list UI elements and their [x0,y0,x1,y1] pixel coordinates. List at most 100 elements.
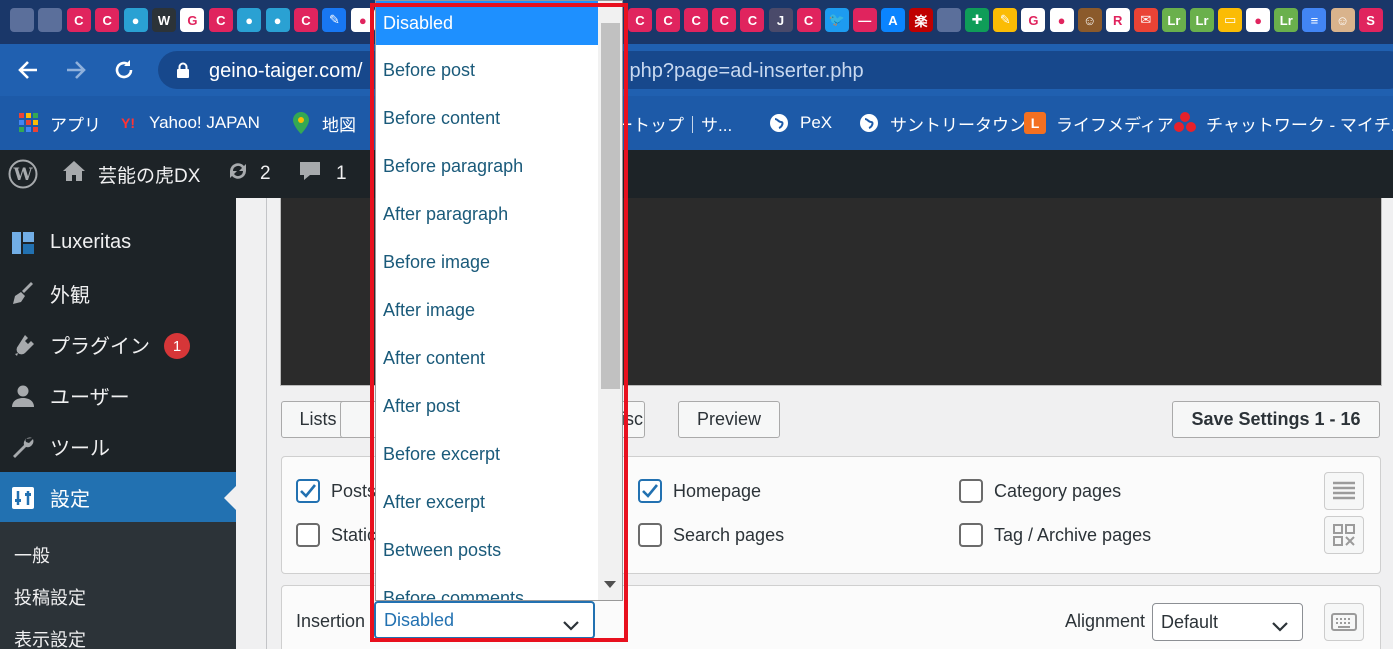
posts-checkbox[interactable]: Posts [296,479,376,503]
j-icon[interactable]: J [768,8,793,32]
scrollbar-thumb[interactable] [601,23,620,389]
c-icon[interactable]: C [66,8,91,32]
globe-icon[interactable]: ● [1246,8,1271,32]
bookmark-apps[interactable]: アプリ [18,111,101,135]
sidebar-item-luxeritas[interactable]: Luxeritas [0,217,236,268]
dropdown-option[interactable]: Before excerpt [376,430,598,478]
c-icon[interactable]: C [95,8,120,32]
back-arrow-icon[interactable] [12,54,44,86]
c-icon[interactable]: C [796,8,821,32]
scroll-down-arrow-icon[interactable] [604,581,616,588]
dropdown-option[interactable]: Before post [376,46,598,94]
face-icon[interactable]: ☺ [1330,8,1355,32]
comments-link[interactable]: 1 [298,162,347,186]
static-pages-checkbox[interactable]: Static [296,523,376,547]
feather-icon[interactable]: ✎ [322,8,347,32]
dropdown-option[interactable]: Before content [376,94,598,142]
address-bar[interactable]: geino-taiger.com/ .php?page=ad-inserter.… [158,51,1393,89]
plus-icon[interactable]: ✚ [965,8,990,32]
bookmark-maps[interactable]: 地図 [290,111,356,135]
twitter-icon[interactable]: 🐦 [824,8,849,32]
grid-view-icon[interactable] [1324,516,1364,554]
dropdown-option[interactable]: After paragraph [376,190,598,238]
mail-icon[interactable]: ✉ [1133,8,1158,32]
wp-icon[interactable] [38,8,63,32]
circle-icon[interactable]: ● [123,8,148,32]
s-icon[interactable]: S [1358,8,1383,32]
sidebar-item-settings[interactable]: 設定 [0,472,236,523]
submenu-item-reading[interactable]: 表示設定 [14,626,86,649]
app-store-icon[interactable]: A [880,8,905,32]
sidebar-item-users[interactable]: ユーザー [0,370,236,421]
dropdown-option[interactable]: Disabled [376,1,598,45]
insertion-dropdown-list[interactable]: Disabled Before post Before content Before … [375,0,623,601]
category-pages-checkbox[interactable]: Category pages [959,479,1121,503]
lt-icon[interactable]: Lr [1274,8,1299,32]
globe-icon[interactable]: ● [1049,8,1074,32]
select-value: Default [1161,611,1219,632]
lt-icon[interactable]: Lr [1161,8,1186,32]
rakuten-icon[interactable]: 楽 [909,8,933,32]
dropdown-option[interactable]: Before image [376,238,598,286]
reload-icon[interactable] [108,54,140,86]
circle-icon[interactable]: ● [265,8,290,32]
homepage-checkbox[interactable]: Homepage [638,479,761,503]
dropdown-option[interactable]: Between posts [376,526,598,574]
pencil-icon[interactable]: ✎ [993,8,1018,32]
submenu-item-general[interactable]: 一般 [14,542,50,568]
bookmark-partial[interactable]: ートップ｜サ... [616,111,732,135]
sidebar-item-tools[interactable]: ツール [0,421,236,472]
bookmark-chatwork[interactable]: チャットワーク - マイチ... [1174,111,1393,135]
sidebar-item-plugins[interactable]: プラグイン 1 [0,319,236,370]
list-view-icon[interactable] [1324,472,1364,510]
updates-link[interactable]: 2 [226,162,271,186]
search-pages-checkbox[interactable]: Search pages [638,523,784,547]
bookmark-yahoo[interactable]: Y! Yahoo! JAPAN [117,111,260,135]
keyboard-icon[interactable] [1324,603,1364,641]
dropdown-option[interactable]: Before paragraph [376,142,598,190]
line-icon[interactable]: — [852,8,877,32]
lt-icon[interactable]: Lr [1190,8,1214,32]
dropdown-option[interactable]: After content [376,334,598,382]
c-icon[interactable]: C [684,8,709,32]
c-icon[interactable]: C [294,8,318,32]
google-icon[interactable]: G [180,8,205,32]
c-icon[interactable]: C [628,8,652,32]
c-icon[interactable]: C [656,8,681,32]
c-icon[interactable]: C [712,8,737,32]
dropdown-option[interactable]: After post [376,382,598,430]
c-icon[interactable]: C [740,8,765,32]
wordpress-logo-icon[interactable]: W [8,159,38,189]
tag-archive-checkbox[interactable]: Tag / Archive pages [959,523,1151,547]
sidebar-item-appearance[interactable]: 外観 [0,268,236,319]
wp-icon[interactable] [937,8,962,32]
button-label: isc [621,409,643,429]
wordpress-icon[interactable]: W [152,8,176,32]
dropdown-option[interactable]: After image [376,286,598,334]
bookmark-lifemedia[interactable]: L ライフメディア [1024,111,1174,135]
chatwork-icon [1174,112,1196,134]
bookmark-suntory[interactable]: サントリータウン [858,111,1026,135]
bookmark-label: ライフメディア [1056,115,1174,135]
avatar-icon[interactable]: ☺ [1077,8,1102,32]
google-icon[interactable]: G [1021,8,1046,32]
alignment-select[interactable]: Default [1152,603,1303,641]
submenu-item-writing[interactable]: 投稿設定 [14,584,86,610]
dropdown-scrollbar[interactable] [598,1,622,600]
bookmark-label: 地図 [322,115,356,135]
c-icon[interactable]: C [208,8,233,32]
docs-icon[interactable]: ≡ [1302,8,1327,32]
insertion-select[interactable]: Disabled [374,601,595,639]
dropdown-option[interactable]: Before comments [376,574,598,601]
circle-icon[interactable]: ● [237,8,262,32]
preview-button[interactable]: Preview [678,401,780,438]
forward-arrow-icon[interactable] [60,54,92,86]
dropdown-option[interactable]: After excerpt [376,478,598,526]
globe-icon[interactable]: ● [350,8,375,32]
wp-icon[interactable] [10,8,34,32]
bookmark-pex[interactable]: PeX [768,111,832,135]
save-settings-button[interactable]: Save Settings 1 - 16 [1172,401,1380,438]
r-icon[interactable]: R [1105,8,1130,32]
site-name-link[interactable]: 芸能の虎DX [62,161,200,187]
note-icon[interactable]: ▭ [1218,8,1243,32]
